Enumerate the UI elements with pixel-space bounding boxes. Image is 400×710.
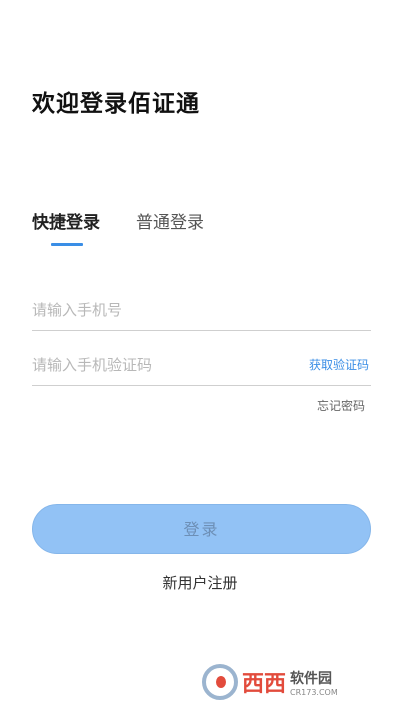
tab-normal-login[interactable]: 普通登录 bbox=[136, 208, 204, 233]
phone-field bbox=[32, 291, 371, 331]
verification-code-input[interactable] bbox=[32, 346, 292, 384]
tab-quick-login[interactable]: 快捷登录 bbox=[32, 208, 100, 233]
watermark-sub1: 软件园 bbox=[290, 670, 333, 687]
get-code-button[interactable]: 获取验证码 bbox=[309, 356, 369, 373]
page-title: 欢迎登录佰证通 bbox=[32, 91, 200, 117]
watermark-logo-icon bbox=[202, 664, 238, 700]
watermark: 西西 软件园 CR173.COM bbox=[202, 664, 382, 700]
tab-active-indicator bbox=[51, 243, 83, 246]
phone-input[interactable] bbox=[32, 291, 292, 329]
watermark-brand: 西西 bbox=[242, 671, 287, 696]
login-button[interactable]: 登录 bbox=[32, 504, 371, 554]
register-link[interactable]: 新用户注册 bbox=[0, 572, 400, 593]
forgot-password-link[interactable]: 忘记密码 bbox=[317, 397, 365, 414]
watermark-sub: 软件园 CR173.COM bbox=[290, 668, 338, 697]
watermark-sub2: CR173.COM bbox=[290, 687, 338, 697]
code-field: 获取验证码 bbox=[32, 346, 371, 386]
